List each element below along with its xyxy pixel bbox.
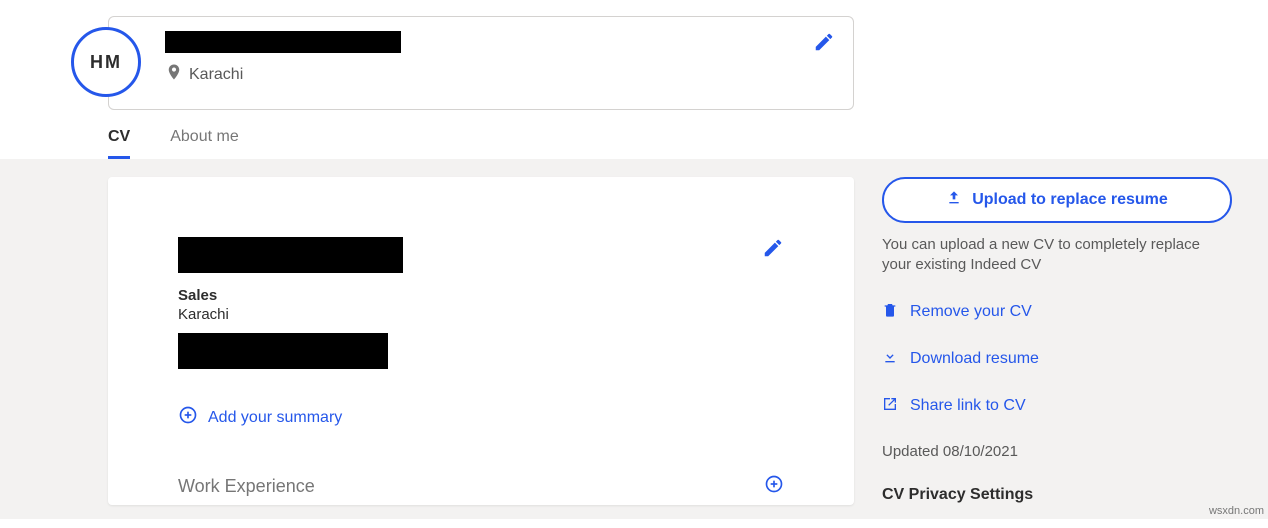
add-work-experience-button[interactable] (764, 474, 784, 499)
watermark: wsxdn.com (1209, 505, 1264, 517)
work-experience-section: Work Experience (178, 474, 784, 505)
remove-cv-label: Remove your CV (910, 303, 1032, 321)
profile-card: HM Karachi (108, 16, 854, 110)
profile-tabs: CV About me (108, 128, 1268, 159)
trash-icon (882, 302, 898, 323)
plus-circle-icon (178, 405, 198, 430)
work-experience-title: Work Experience (178, 476, 315, 497)
download-icon (882, 349, 898, 370)
cv-contact-redacted (178, 333, 388, 369)
updated-prefix: Updated (882, 443, 943, 460)
share-cv-link[interactable]: Share link to CV (882, 396, 1232, 417)
download-resume-label: Download resume (910, 350, 1039, 368)
edit-cv-header-button[interactable] (762, 237, 784, 264)
avatar: HM (71, 27, 141, 97)
cv-city: Karachi (178, 306, 762, 323)
cv-role: Sales (178, 287, 762, 304)
remove-cv-link[interactable]: Remove your CV (882, 302, 1232, 323)
download-resume-link[interactable]: Download resume (882, 349, 1232, 370)
tab-cv[interactable]: CV (108, 128, 130, 159)
share-icon (882, 396, 898, 417)
add-summary-button[interactable]: Add your summary (178, 405, 784, 430)
edit-profile-button[interactable] (813, 31, 835, 58)
share-cv-label: Share link to CV (910, 397, 1026, 415)
updated-text: Updated 08/10/2021 (882, 443, 1232, 460)
tab-cv-label: CV (108, 128, 130, 145)
upload-resume-button[interactable]: Upload to replace resume (882, 177, 1232, 223)
cv-privacy-heading: CV Privacy Settings (882, 486, 1232, 504)
updated-date: 08/10/2021 (943, 443, 1018, 460)
cv-card: Sales Karachi Add your summary Work Expe… (108, 177, 854, 505)
upload-resume-label: Upload to replace resume (972, 191, 1168, 209)
profile-location: Karachi (189, 66, 243, 84)
profile-name-redacted (165, 31, 401, 53)
tab-about-me[interactable]: About me (170, 128, 238, 159)
cv-name-redacted (178, 237, 403, 273)
avatar-initials: HM (90, 52, 122, 73)
upload-icon (946, 190, 962, 211)
location-pin-icon (165, 63, 183, 86)
sidebar: Upload to replace resume You can upload … (882, 177, 1232, 504)
upload-note: You can upload a new CV to completely re… (882, 235, 1232, 276)
add-summary-label: Add your summary (208, 409, 342, 427)
tab-about-label: About me (170, 128, 238, 145)
